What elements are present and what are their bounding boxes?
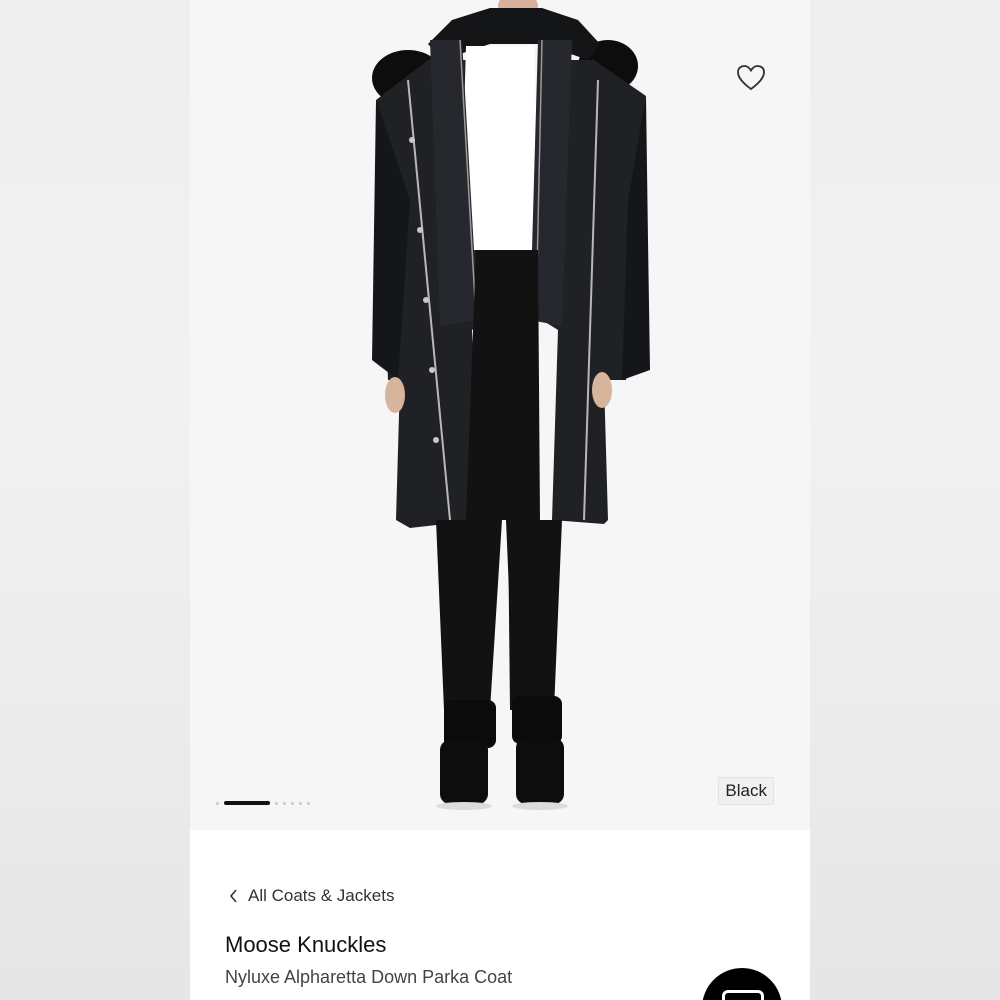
product-image-carousel[interactable]: Black xyxy=(190,0,810,830)
color-label: Black xyxy=(718,777,774,805)
heart-outline-icon[interactable] xyxy=(736,64,766,92)
carousel-indicator[interactable] xyxy=(216,800,310,806)
product-page: Black All Coats & Jackets Moose Knuckles… xyxy=(190,0,810,1000)
carousel-dot[interactable] xyxy=(216,801,219,805)
carousel-dot-active[interactable] xyxy=(224,801,270,805)
product-name: Nyluxe Alpharetta Down Parka Coat xyxy=(225,967,513,987)
breadcrumb[interactable]: All Coats & Jackets xyxy=(226,886,394,906)
chat-icon xyxy=(722,990,764,1000)
carousel-dot[interactable] xyxy=(291,801,294,805)
chat-button[interactable] xyxy=(702,968,782,1000)
carousel-dot[interactable] xyxy=(299,801,302,805)
background-left xyxy=(0,0,190,1000)
product-photo xyxy=(372,0,650,810)
brand-name[interactable]: Moose Knuckles xyxy=(225,932,386,958)
chevron-left-icon xyxy=(229,889,237,903)
carousel-dot[interactable] xyxy=(307,801,310,805)
carousel-dot[interactable] xyxy=(275,801,278,805)
carousel-dot[interactable] xyxy=(283,801,286,805)
breadcrumb-label[interactable]: All Coats & Jackets xyxy=(248,886,394,906)
background-right xyxy=(810,0,1000,1000)
